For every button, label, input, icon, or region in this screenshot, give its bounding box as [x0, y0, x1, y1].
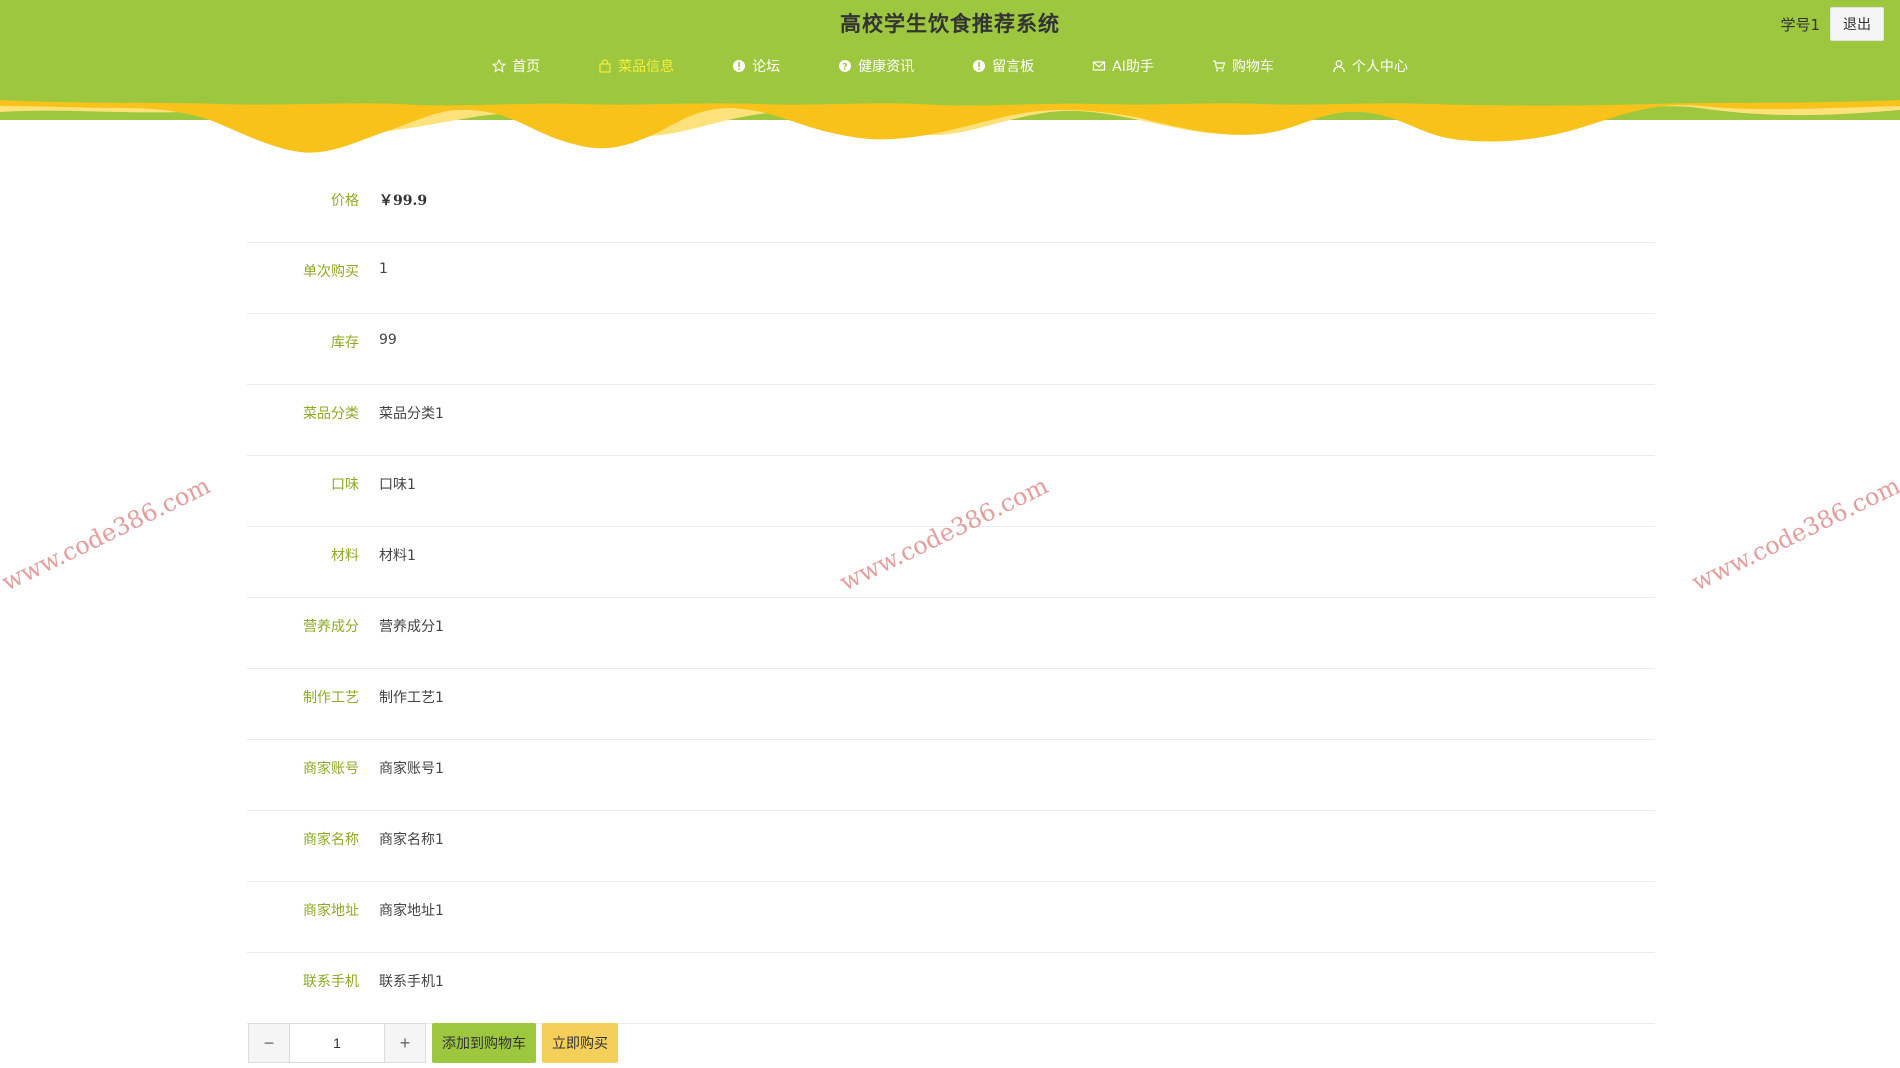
detail-value: 99: [379, 332, 397, 348]
nav-item-label: 论坛: [752, 59, 781, 75]
svg-text:?: ?: [843, 63, 848, 73]
star-icon: [492, 59, 507, 73]
detail-label: 商家名称: [303, 832, 359, 848]
detail-row-stock: 库存 99: [247, 314, 1655, 385]
main-nav: 首页 菜品信息 论坛 ? 健康资讯 留言板 AI助手 购物车 个人中心: [0, 56, 1900, 76]
detail-value: 联系手机1: [379, 974, 444, 990]
dish-detail-table: 价格 ￥99.9 单次购买 1 库存 99 菜品分类 菜品分类1 口味 口味1 …: [247, 172, 1655, 1024]
detail-value: 1: [379, 261, 388, 277]
increase-button[interactable]: +: [385, 1024, 425, 1062]
watermark-right: www.code386.com: [1687, 471, 1900, 597]
detail-value: 口味1: [379, 477, 416, 493]
detail-row-merchant-name: 商家名称 商家名称1: [247, 811, 1655, 882]
nav-item-dishes[interactable]: 菜品信息: [598, 56, 674, 76]
detail-label: 制作工艺: [303, 690, 359, 706]
detail-label: 单次购买: [303, 264, 359, 280]
nav-item-label: 健康资讯: [858, 59, 915, 75]
detail-value: 商家地址1: [379, 903, 444, 919]
detail-value: 制作工艺1: [379, 690, 444, 706]
detail-value: 材料1: [379, 548, 416, 564]
price-value: ￥99.9: [379, 193, 428, 209]
info-icon: [973, 60, 986, 72]
logout-button[interactable]: 退出: [1830, 7, 1884, 41]
site-title: 高校学生饮食推荐系统: [840, 11, 1060, 36]
detail-row-merchant-account: 商家账号 商家账号1: [247, 740, 1655, 811]
quantity-input[interactable]: [289, 1024, 385, 1062]
detail-label: 库存: [331, 335, 359, 351]
user-area: 学号1 退出: [1780, 7, 1884, 41]
quantity-stepper: − +: [248, 1023, 426, 1063]
detail-label: 材料: [331, 548, 359, 564]
nav-item-cart[interactable]: 购物车: [1212, 56, 1274, 76]
detail-row-phone: 联系手机 联系手机1: [247, 953, 1655, 1024]
nav-item-forum[interactable]: 论坛: [732, 56, 780, 76]
detail-label: 口味: [331, 477, 359, 493]
detail-label: 营养成分: [303, 619, 359, 635]
nav-item-label: 个人中心: [1351, 59, 1408, 75]
username: 学号1: [1780, 15, 1820, 34]
cart-icon: [1212, 60, 1226, 72]
detail-label: 商家地址: [303, 903, 359, 919]
detail-row-price: 价格 ￥99.9: [247, 172, 1655, 243]
detail-value: 菜品分类1: [379, 406, 444, 422]
buy-now-button[interactable]: 立即购买: [542, 1023, 618, 1063]
detail-row-nutrition: 营养成分 营养成分1: [247, 598, 1655, 669]
purchase-actions: − + 添加到购物车 立即购买: [248, 1023, 618, 1063]
nav-item-ai-assistant[interactable]: AI助手: [1092, 56, 1154, 76]
mail-icon: [1093, 61, 1106, 71]
detail-value: 营养成分1: [379, 619, 444, 635]
detail-value: 商家账号1: [379, 761, 444, 777]
nav-item-message-board[interactable]: 留言板: [972, 56, 1034, 76]
info-icon: [733, 60, 746, 72]
nav-item-label: 留言板: [992, 59, 1035, 75]
nav-item-home[interactable]: 首页: [492, 56, 540, 76]
bag-icon: [599, 59, 611, 73]
header-wave-decoration: [0, 100, 1900, 153]
nav-item-health-news[interactable]: ? 健康资讯: [838, 56, 914, 76]
add-to-cart-button[interactable]: 添加到购物车: [432, 1023, 536, 1063]
user-icon: [1333, 60, 1345, 73]
detail-label: 商家账号: [303, 761, 359, 777]
nav-item-label: 购物车: [1231, 59, 1274, 75]
detail-row-process: 制作工艺 制作工艺1: [247, 669, 1655, 740]
detail-row-merchant-address: 商家地址 商家地址1: [247, 882, 1655, 953]
nav-item-label: 菜品信息: [618, 59, 675, 75]
detail-row-per-purchase: 单次购买 1: [247, 243, 1655, 314]
question-icon: ?: [839, 60, 852, 73]
decrease-button[interactable]: −: [249, 1024, 289, 1062]
nav-item-label: AI助手: [1112, 59, 1154, 75]
detail-value: 商家名称1: [379, 832, 444, 848]
detail-label: 联系手机: [303, 974, 359, 990]
detail-label: 菜品分类: [303, 406, 359, 422]
detail-label: 价格: [331, 193, 359, 209]
nav-item-profile[interactable]: 个人中心: [1332, 56, 1408, 76]
watermark-left: www.code386.com: [0, 471, 215, 597]
detail-row-category: 菜品分类 菜品分类1: [247, 385, 1655, 456]
nav-item-label: 首页: [512, 59, 541, 75]
